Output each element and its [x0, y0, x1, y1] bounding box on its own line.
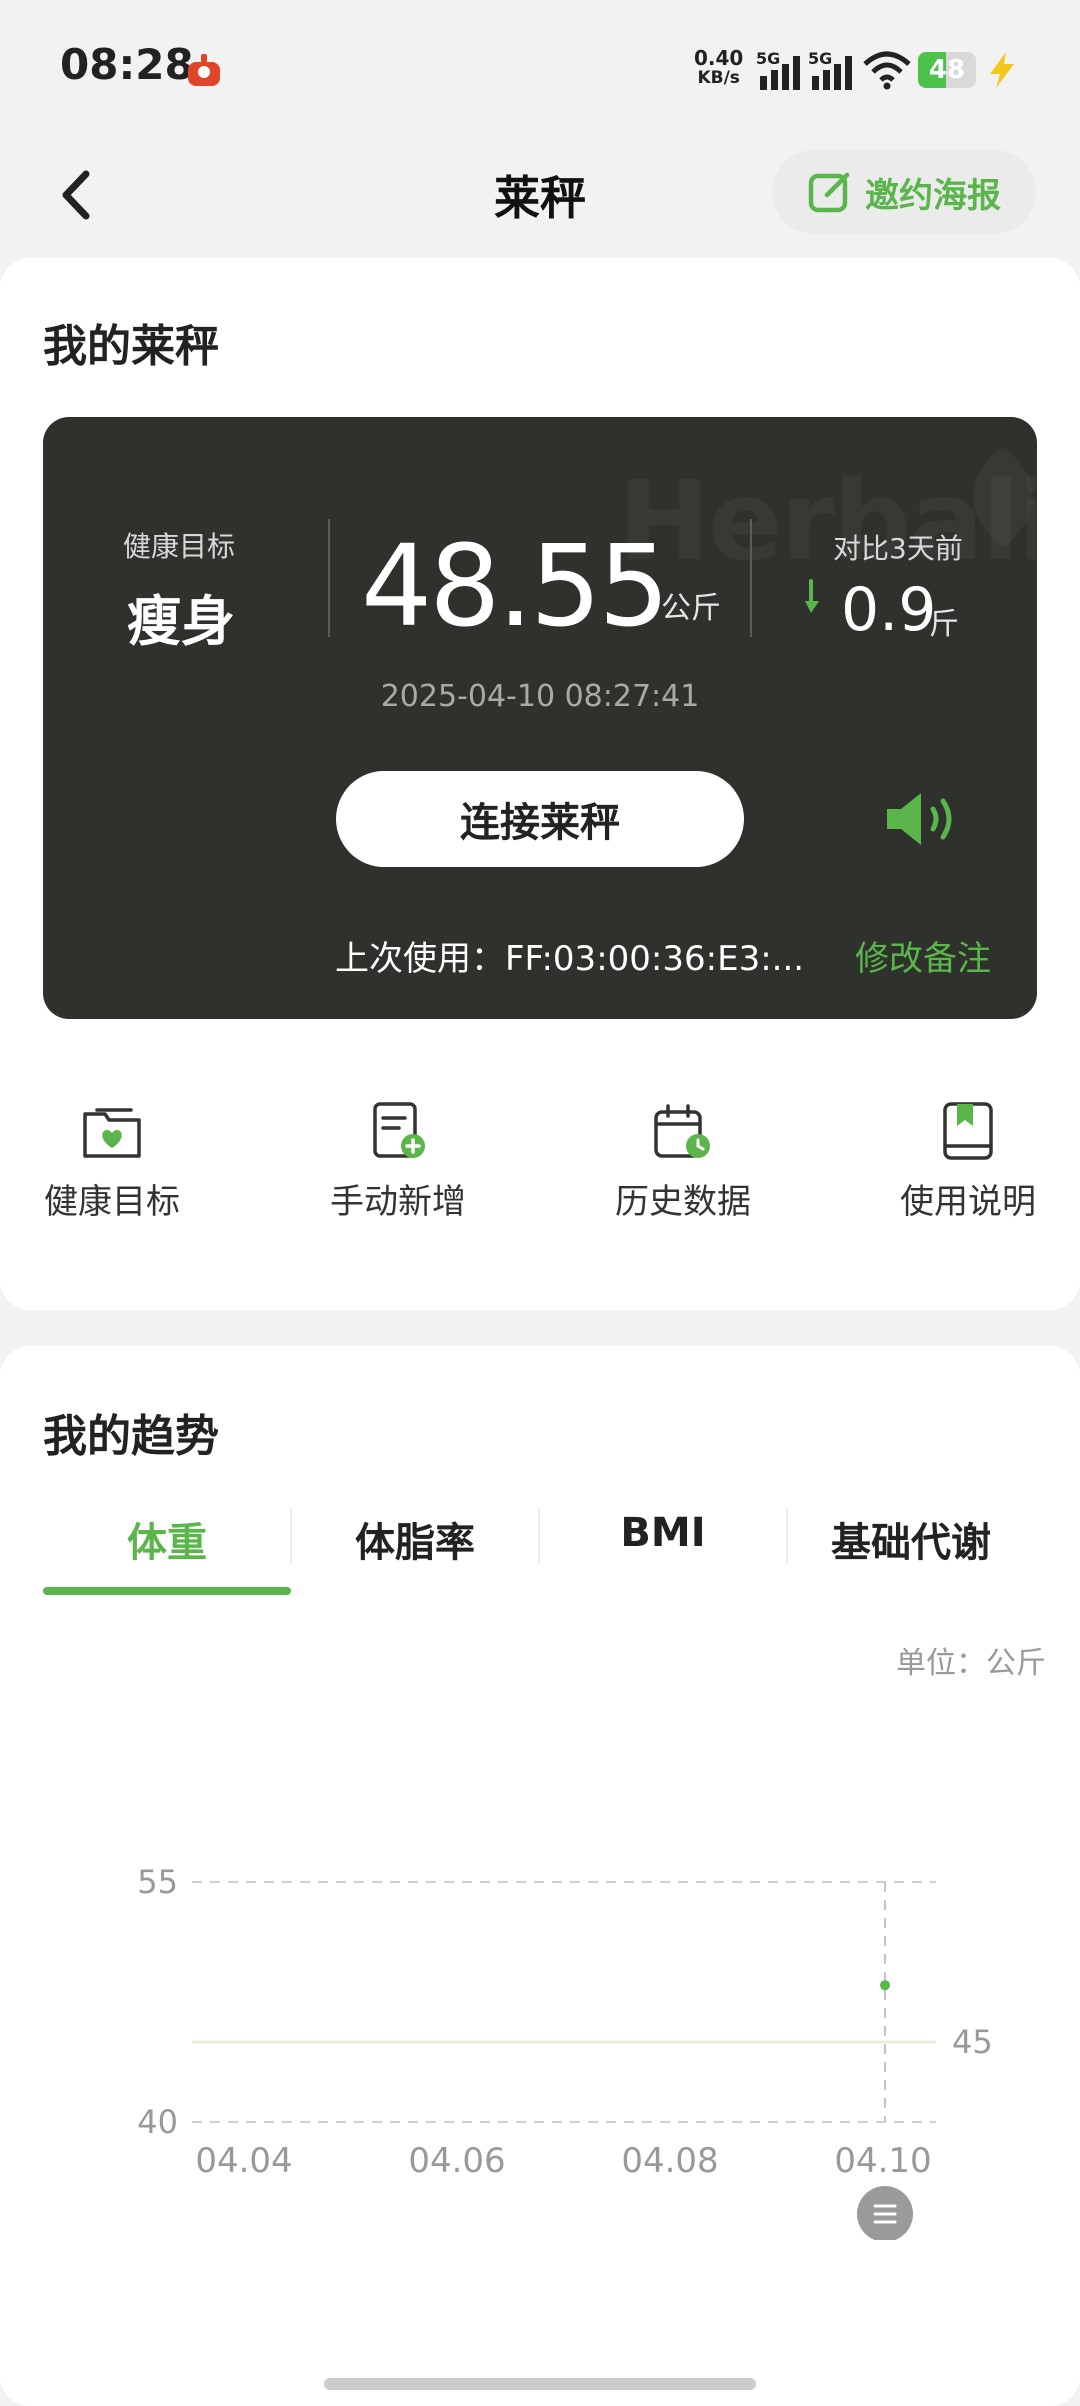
quick-action-label: 手动新增: [330, 1182, 466, 1222]
weight-trend-chart[interactable]: 55 40 45 04.04 04.06 04.08 04.10: [0, 1700, 1080, 2240]
weight-value: 48.55: [361, 522, 670, 652]
compare-unit: 斤: [929, 607, 959, 642]
network-speed: 0.40 KB/s: [694, 46, 744, 88]
compare-label: 对比3天前: [833, 532, 963, 565]
health-goal-icon: [83, 1108, 141, 1158]
edit-icon: [808, 172, 850, 213]
data-point: [880, 1980, 890, 1991]
signal-label-2: 5G: [808, 50, 832, 68]
quick-action-manual-add[interactable]: 手动新增: [288, 1100, 508, 1240]
x-tick-label: 04.10: [834, 2141, 931, 2181]
battery-level: 48: [928, 55, 966, 85]
history-data-icon: [654, 1104, 710, 1158]
invite-poster-button[interactable]: 邀约海报: [772, 150, 1036, 234]
quick-action-label: 历史数据: [615, 1182, 751, 1222]
quick-action-instructions[interactable]: 使用说明: [858, 1100, 1078, 1240]
home-indicator[interactable]: [324, 2378, 756, 2390]
my-scale-title: 我的莱秤: [43, 321, 219, 372]
tab-basal-metabolism[interactable]: 基础代谢: [787, 1510, 1035, 1570]
y-right-tick-label: 45: [952, 2023, 993, 2061]
battery-icon: 48: [918, 52, 976, 88]
compare-value: 0.9: [841, 575, 937, 645]
tab-weight[interactable]: 体重: [43, 1510, 291, 1570]
quick-action-health-goal[interactable]: 健康目标: [2, 1100, 222, 1240]
wifi-icon: [863, 51, 911, 90]
health-goal-value: 瘦身: [127, 590, 235, 653]
y-tick-label: 55: [137, 1863, 178, 1901]
quick-action-label: 使用说明: [900, 1182, 1036, 1222]
x-tick-label: 04.08: [621, 2141, 718, 2181]
divider: [750, 519, 752, 637]
status-time: 08:28: [60, 40, 194, 89]
weight-unit: 公斤: [661, 591, 721, 626]
charging-bolt-icon: [990, 52, 1014, 88]
scale-reading-panel: Herbalife 健康目标 瘦身 48.55 公斤 对比3天前 0.9 斤 2…: [43, 417, 1037, 1019]
active-tab-indicator: [43, 1587, 291, 1595]
x-tick-label: 04.06: [408, 2141, 505, 2181]
tab-bmi[interactable]: BMI: [539, 1510, 787, 1570]
connect-scale-button[interactable]: 连接莱秤: [336, 771, 744, 867]
health-goal-label: 健康目标: [123, 530, 236, 563]
invite-poster-label: 邀约海报: [865, 175, 1001, 216]
tab-body-fat[interactable]: 体脂率: [291, 1510, 539, 1570]
divider: [328, 519, 330, 637]
last-used-device: 上次使用：FF:03:00:36:E3:...: [335, 939, 805, 979]
instructions-icon: [943, 1102, 993, 1160]
x-tick-label: 04.04: [195, 2141, 292, 2181]
signal-5g-icon-2: 5G: [808, 50, 852, 90]
edit-note-link[interactable]: 修改备注: [855, 931, 991, 980]
measure-timestamp: 2025-04-10 08:27:41: [380, 679, 700, 714]
quick-action-label: 健康目标: [44, 1182, 180, 1222]
speaker-icon[interactable]: [883, 787, 963, 851]
app-notification-icon: [188, 54, 220, 86]
quick-action-history[interactable]: 历史数据: [573, 1100, 793, 1240]
y-tick-label: 40: [137, 2103, 178, 2141]
signal-label: 5G: [756, 50, 780, 68]
my-trend-title: 我的趋势: [43, 1411, 219, 1462]
manual-add-icon: [373, 1102, 425, 1158]
chart-unit-label: 单位：公斤: [896, 1646, 1046, 1681]
arrow-down-icon: [805, 579, 819, 613]
